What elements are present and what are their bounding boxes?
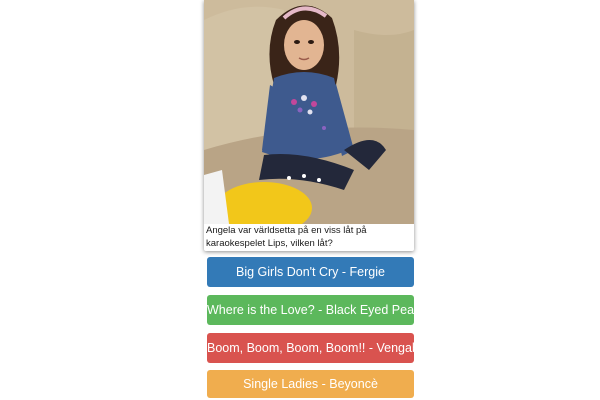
answer-button-3[interactable]: Boom, Boom, Boom, Boom!! - Vengaboys xyxy=(207,333,414,363)
answer-button-4[interactable]: Single Ladies - Beyoncè xyxy=(207,370,414,398)
answer-button-2[interactable]: Where is the Love? - Black Eyed Peas xyxy=(207,295,414,325)
answer-list: Big Girls Don't Cry - Fergie Where is th… xyxy=(207,257,414,398)
question-text: Angela var världsetta på en viss låt på … xyxy=(206,225,367,249)
question-photo xyxy=(204,0,414,224)
answer-button-1[interactable]: Big Girls Don't Cry - Fergie xyxy=(207,257,414,287)
question-card: Angela var världsetta på en viss låt på … xyxy=(204,0,414,251)
